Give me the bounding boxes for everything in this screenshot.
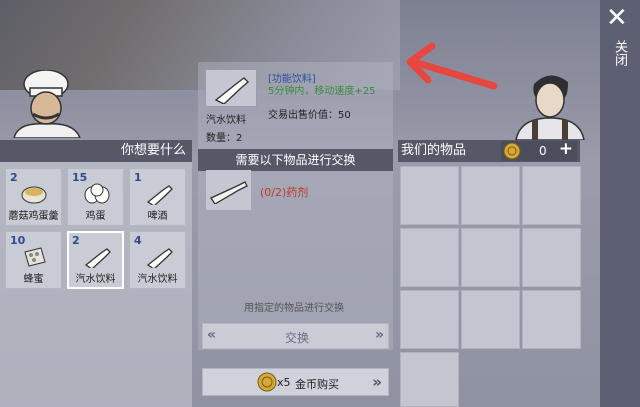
item-count: 2 (10, 171, 18, 184)
eggs-icon (84, 183, 110, 204)
item-name: 啤酒 (147, 211, 168, 222)
inventory-cell[interactable] (461, 166, 520, 225)
buy-label: 金币购买 (295, 378, 339, 391)
quantity-label: 数量： (206, 133, 236, 144)
inventory-cell[interactable] (522, 290, 581, 349)
item-name: 汽水饮料 (75, 274, 116, 285)
coin-count: 0 (539, 144, 547, 158)
gold-coin-icon (257, 372, 277, 392)
add-coins-button[interactable]: + (559, 138, 573, 160)
double-chevron-left-icon: « (207, 327, 217, 343)
item-name: 蘑菇鸡蛋羹 (8, 211, 59, 222)
trade-button-label: 交换 (285, 331, 310, 345)
close-sidebar[interactable]: ✕ 关闭 (600, 0, 640, 407)
inventory-cell[interactable] (400, 166, 459, 225)
gold-coin-icon (503, 142, 521, 160)
buy-with-coins-button[interactable]: x5 金币购买 » (202, 368, 389, 396)
close-icon[interactable]: ✕ (606, 4, 628, 32)
inventory-cell[interactable] (522, 166, 581, 225)
inventory-cell[interactable] (400, 352, 459, 407)
item-slot[interactable]: 15 鸡蛋 (67, 168, 124, 226)
trade-button[interactable]: « 交换 » (202, 323, 389, 349)
double-chevron-right-icon: » (372, 373, 382, 391)
exchange-header: 需要以下物品进行交换 (198, 149, 393, 171)
bottle-icon (146, 248, 173, 268)
detail-item-icon-frame (205, 69, 257, 107)
detail-item-name: 汽水饮料 (206, 115, 246, 126)
merchant-portrait (515, 75, 585, 140)
quantity-value: 2 (236, 133, 243, 144)
item-count: 1 (134, 171, 142, 184)
item-slot-selected[interactable]: 2 汽水饮料 (67, 231, 124, 289)
required-item-slot[interactable] (206, 170, 251, 210)
inventory-cell[interactable] (400, 228, 459, 287)
inventory-cell[interactable] (400, 290, 459, 349)
bowl-icon (21, 186, 47, 204)
inventory-cell[interactable] (461, 228, 520, 287)
want-panel-header: 你想要什么 (0, 140, 192, 162)
sell-value-row: 交易出售价值：50 (268, 106, 351, 121)
want-panel-title: 你想要什么 (120, 143, 186, 158)
bottle-icon (146, 185, 173, 205)
item-slot[interactable]: 4 汽水饮料 (129, 231, 186, 289)
item-slot[interactable]: 2 蘑菇鸡蛋羹 (5, 168, 62, 226)
close-label[interactable]: 关闭 (610, 40, 629, 66)
quantity-row: 数量：2 (206, 129, 242, 144)
our-items-title: 我们的物品 (401, 143, 467, 158)
bottle-icon (214, 77, 250, 104)
buy-quantity: x5 (277, 376, 291, 389)
sell-value: 50 (338, 110, 351, 121)
chef-portrait (13, 70, 81, 138)
item-name: 蜂蜜 (23, 274, 44, 285)
coin-counter: 0 + (501, 138, 577, 161)
inventory-cell[interactable] (522, 228, 581, 287)
our-items-header: 我们的物品 0 + (398, 138, 580, 162)
item-slot[interactable]: 10 蜂蜜 (5, 231, 62, 289)
item-name: 鸡蛋 (85, 211, 106, 222)
detail-effect: 5分钟内，移动速度+25 (268, 86, 376, 97)
bottle-icon (84, 248, 111, 268)
sell-value-label: 交易出售价值： (268, 110, 338, 121)
item-slot[interactable]: 1 啤酒 (129, 168, 186, 226)
item-count: 2 (72, 234, 80, 247)
pointer-arrow-icon (406, 42, 498, 90)
honeycomb-icon (24, 247, 46, 267)
exchange-hint: 用指定的物品进行交换 (244, 303, 344, 314)
inventory-cell[interactable] (461, 290, 520, 349)
potion-icon (210, 181, 248, 204)
exchange-header-text: 需要以下物品进行交换 (235, 153, 356, 167)
item-name: 汽水饮料 (137, 274, 178, 285)
double-chevron-right-icon: » (374, 327, 384, 343)
item-count: 4 (134, 234, 142, 247)
required-item-text: (0/2)药剂 (260, 186, 309, 199)
